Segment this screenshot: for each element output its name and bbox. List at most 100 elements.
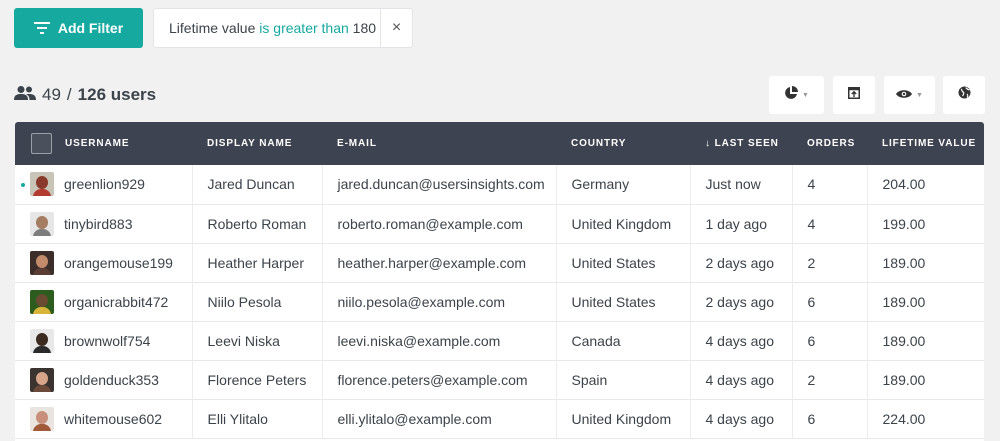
remove-filter-button[interactable]: × <box>380 9 412 47</box>
username[interactable]: brownwolf754 <box>64 333 150 349</box>
table-row[interactable]: organicrabbit472 Niilo Pesola niilo.peso… <box>15 282 984 321</box>
chevron-down-icon: ▼ <box>916 91 923 99</box>
cell-display-name: Elli Ylitalo <box>191 399 322 438</box>
cell-country: Canada <box>555 321 690 360</box>
active-filter-chip[interactable]: Lifetime value is greater than 180 × <box>153 8 413 48</box>
cell-orders: 6 <box>791 282 867 321</box>
cell-last-seen: 4 days ago <box>689 321 792 360</box>
column-header-lifetime-value[interactable]: LIFETIME VALUE <box>867 122 984 165</box>
globe-icon <box>958 86 971 104</box>
cell-username[interactable]: tinybird883 <box>15 204 192 243</box>
cell-last-seen: 2 days ago <box>689 282 792 321</box>
export-button[interactable] <box>833 76 875 114</box>
cell-orders: 4 <box>791 204 867 243</box>
cell-last-seen: Just now <box>689 165 792 204</box>
cell-email: leevi.niska@example.com <box>321 321 556 360</box>
add-filter-button[interactable]: Add Filter <box>14 8 143 48</box>
avatar <box>30 211 54 236</box>
cell-email: niilo.pesola@example.com <box>321 282 556 321</box>
shown-count: 49 <box>42 85 61 104</box>
table-row[interactable]: whitemouse602 Elli Ylitalo elli.ylitalo@… <box>15 399 984 438</box>
cell-country: Spain <box>555 360 690 399</box>
cell-lifetime-value: 189.00 <box>866 282 984 321</box>
cell-email: jared.duncan@usersinsights.com <box>321 165 556 204</box>
username[interactable]: organicrabbit472 <box>64 294 168 310</box>
segments-button[interactable]: ▼ <box>769 76 824 114</box>
avatar <box>30 367 54 392</box>
online-status-dot <box>21 183 25 187</box>
column-header-orders[interactable]: ORDERS <box>792 122 867 165</box>
cell-last-seen: 2 days ago <box>689 243 792 282</box>
table-row[interactable]: greenlion929 Jared Duncan jared.duncan@u… <box>15 165 984 204</box>
username[interactable]: greenlion929 <box>64 176 145 192</box>
filter-operator: is greater than <box>259 20 349 36</box>
cell-last-seen: 4 days ago <box>689 360 792 399</box>
column-header-last-seen[interactable]: ↓ LAST SEEN <box>690 122 792 165</box>
users-table: USERNAME DISPLAY NAME E-MAIL COUNTRY ↓ L… <box>15 122 984 441</box>
select-all-checkbox[interactable] <box>31 133 52 154</box>
cell-orders: 6 <box>791 321 867 360</box>
cell-last-seen: 1 day ago <box>689 204 792 243</box>
cell-username[interactable]: brownwolf754 <box>15 321 192 360</box>
cell-username[interactable]: organicrabbit472 <box>15 282 192 321</box>
cell-email: heather.harper@example.com <box>321 243 556 282</box>
cell-lifetime-value: 189.00 <box>866 360 984 399</box>
cell-email: roberto.roman@example.com <box>321 204 556 243</box>
cell-country: Germany <box>555 165 690 204</box>
column-header-country[interactable]: COUNTRY <box>556 122 690 165</box>
column-header-email[interactable]: E-MAIL <box>322 122 556 165</box>
cell-country: United States <box>555 282 690 321</box>
cell-username[interactable]: greenlion929 <box>15 165 192 204</box>
cell-orders: 6 <box>791 399 867 438</box>
username[interactable]: goldenduck353 <box>64 372 159 388</box>
cell-country: United Kingdom <box>555 399 690 438</box>
username[interactable]: tinybird883 <box>64 216 133 232</box>
cell-display-name: Florence Peters <box>191 360 322 399</box>
cell-country: United Kingdom <box>555 204 690 243</box>
chevron-down-icon: ▼ <box>802 91 809 99</box>
eye-icon <box>896 86 913 104</box>
avatar <box>30 328 54 353</box>
table-row[interactable]: goldenduck353 Florence Peters florence.p… <box>15 360 984 399</box>
cell-email: elli.ylitalo@example.com <box>321 399 556 438</box>
username[interactable]: orangemouse199 <box>64 255 173 271</box>
map-view-button[interactable] <box>943 76 985 114</box>
cell-username[interactable]: whitemouse602 <box>15 399 192 438</box>
users-icon <box>14 85 36 106</box>
avatar <box>30 406 54 431</box>
username[interactable]: whitemouse602 <box>64 411 162 427</box>
table-row[interactable]: orangemouse199 Heather Harper heather.ha… <box>15 243 984 282</box>
pie-chart-icon <box>784 85 799 105</box>
cell-email: florence.peters@example.com <box>321 360 556 399</box>
count-separator: / <box>66 85 72 104</box>
cell-lifetime-value: 224.00 <box>866 399 984 438</box>
table-header-row: USERNAME DISPLAY NAME E-MAIL COUNTRY ↓ L… <box>15 122 984 165</box>
user-count: 49 / 126 users <box>14 84 156 106</box>
export-icon <box>848 86 860 104</box>
visible-columns-button[interactable]: ▼ <box>884 76 935 114</box>
column-header-display-name[interactable]: DISPLAY NAME <box>192 122 322 165</box>
avatar <box>30 250 54 275</box>
cell-username[interactable]: goldenduck353 <box>15 360 192 399</box>
cell-lifetime-value: 199.00 <box>866 204 984 243</box>
cell-orders: 2 <box>791 243 867 282</box>
cell-display-name: Heather Harper <box>191 243 322 282</box>
cell-lifetime-value: 189.00 <box>866 321 984 360</box>
column-header-username[interactable]: USERNAME <box>15 122 192 165</box>
cell-display-name: Niilo Pesola <box>191 282 322 321</box>
filter-icon <box>33 21 50 35</box>
close-icon: × <box>391 19 402 36</box>
cell-lifetime-value: 189.00 <box>866 243 984 282</box>
filter-value: 180 <box>352 20 377 36</box>
add-filter-label: Add Filter <box>57 20 124 36</box>
total-count: 126 users <box>77 85 157 104</box>
cell-lifetime-value: 204.00 <box>866 165 984 204</box>
avatar <box>30 289 54 314</box>
table-row[interactable]: brownwolf754 Leevi Niska leevi.niska@exa… <box>15 321 984 360</box>
table-row[interactable]: tinybird883 Roberto Roman roberto.roman@… <box>15 204 984 243</box>
cell-display-name: Jared Duncan <box>191 165 322 204</box>
cell-display-name: Leevi Niska <box>191 321 322 360</box>
cell-orders: 4 <box>791 165 867 204</box>
cell-username[interactable]: orangemouse199 <box>15 243 192 282</box>
avatar <box>30 172 54 197</box>
